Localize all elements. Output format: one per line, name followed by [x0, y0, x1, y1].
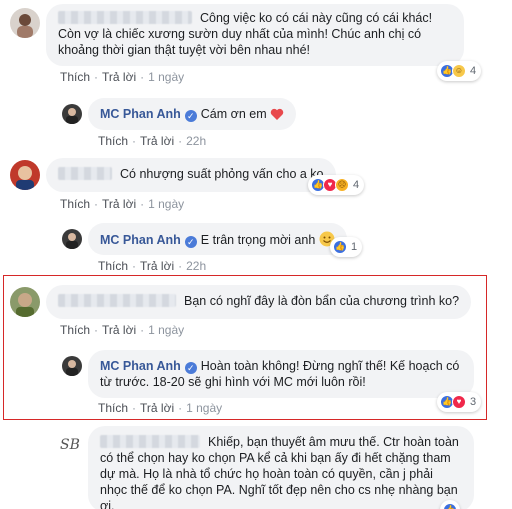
timestamp[interactable]: 22h: [186, 259, 206, 273]
comment-bubble: Khiếp, bạn thuyết âm mưu thế. Ctr hoàn t…: [88, 426, 474, 509]
reply-link[interactable]: Trả lời: [102, 197, 136, 211]
like-reaction-icon: 👍: [443, 503, 457, 509]
reaction-count: 3: [470, 396, 477, 408]
comment-text: E trân trọng mời anh: [200, 233, 316, 247]
avatar[interactable]: [10, 160, 40, 190]
avatar[interactable]: [62, 104, 82, 124]
reply-link[interactable]: Trả lời: [102, 323, 136, 337]
verified-badge-icon: ✓: [184, 236, 197, 248]
comment-bubble: MC Phan Anh ✓ E trân trọng mời anh: [88, 223, 347, 255]
like-link[interactable]: Thích: [98, 134, 128, 148]
author-name[interactable]: MC Phan Anh: [100, 359, 181, 373]
avatar[interactable]: [62, 356, 82, 376]
reply-link[interactable]: Trả lời: [102, 70, 136, 84]
svg-text:SB: SB: [60, 437, 80, 453]
verified-badge-icon: ✓: [184, 110, 197, 122]
timestamp[interactable]: 1 ngày: [148, 70, 184, 84]
blurred-author-name: [100, 435, 200, 448]
reaction-summary[interactable]: 👍 ♥ ☹ 4: [308, 175, 365, 195]
love-reaction-icon: ♥: [452, 395, 466, 409]
comment-text: Bạn có nghĩ đây là đòn bẩn của chương tr…: [184, 294, 460, 308]
reaction-count: 4: [353, 179, 360, 191]
reply-link[interactable]: Trả lời: [140, 134, 174, 148]
like-link[interactable]: Thích: [60, 197, 90, 211]
like-link[interactable]: Thích: [60, 323, 90, 337]
comment-bubble: Bạn có nghĩ đây là đòn bẩn của chương tr…: [46, 285, 472, 319]
verified-badge-icon: ✓: [184, 362, 197, 374]
avatar[interactable]: SB: [58, 432, 88, 462]
reply-link[interactable]: Trả lời: [140, 259, 174, 273]
author-name[interactable]: MC Phan Anh: [100, 233, 181, 247]
blurred-author-name: [58, 11, 192, 24]
like-reaction-icon: 👍: [333, 240, 347, 254]
reaction-summary[interactable]: 👍 ☺ 4: [437, 61, 482, 81]
timestamp[interactable]: 1 ngày: [186, 401, 222, 415]
avatar[interactable]: [10, 287, 40, 317]
author-name[interactable]: MC Phan Anh: [100, 107, 181, 121]
comment-bubble: MC Phan Anh ✓ Cám ơn em: [88, 98, 297, 130]
comment-text: Cám ơn em: [200, 107, 267, 121]
like-link[interactable]: Thích: [60, 70, 90, 84]
comment-text: Có nhượng suất phỏng vấn cho a ko: [120, 167, 324, 181]
comment-bubble: Công việc ko có cái này cũng có cái khác…: [46, 4, 464, 66]
like-link[interactable]: Thích: [98, 259, 128, 273]
heart-icon: [270, 108, 284, 120]
like-link[interactable]: Thích: [98, 401, 128, 415]
reaction-summary[interactable]: 👍 ♥ 3: [437, 392, 482, 412]
timestamp[interactable]: 1 ngày: [148, 197, 184, 211]
reaction-count: 1: [351, 241, 358, 253]
avatar[interactable]: [62, 229, 82, 249]
timestamp[interactable]: 1 ngày: [148, 323, 184, 337]
comment-bubble: MC Phan Anh ✓ Hoàn toàn không! Đừng nghĩ t…: [88, 350, 474, 398]
blurred-author-name: [58, 167, 112, 180]
reply-link[interactable]: Trả lời: [140, 401, 174, 415]
haha-reaction-icon: ☺: [452, 64, 466, 78]
reaction-face-icon: ☹: [335, 178, 349, 192]
timestamp[interactable]: 22h: [186, 134, 206, 148]
reaction-summary[interactable]: 👍 1: [330, 237, 363, 257]
avatar[interactable]: [10, 8, 40, 38]
blurred-author-name: [58, 294, 176, 307]
reaction-count: 4: [470, 65, 477, 77]
comment-bubble: Có nhượng suất phỏng vấn cho a ko: [46, 158, 336, 192]
